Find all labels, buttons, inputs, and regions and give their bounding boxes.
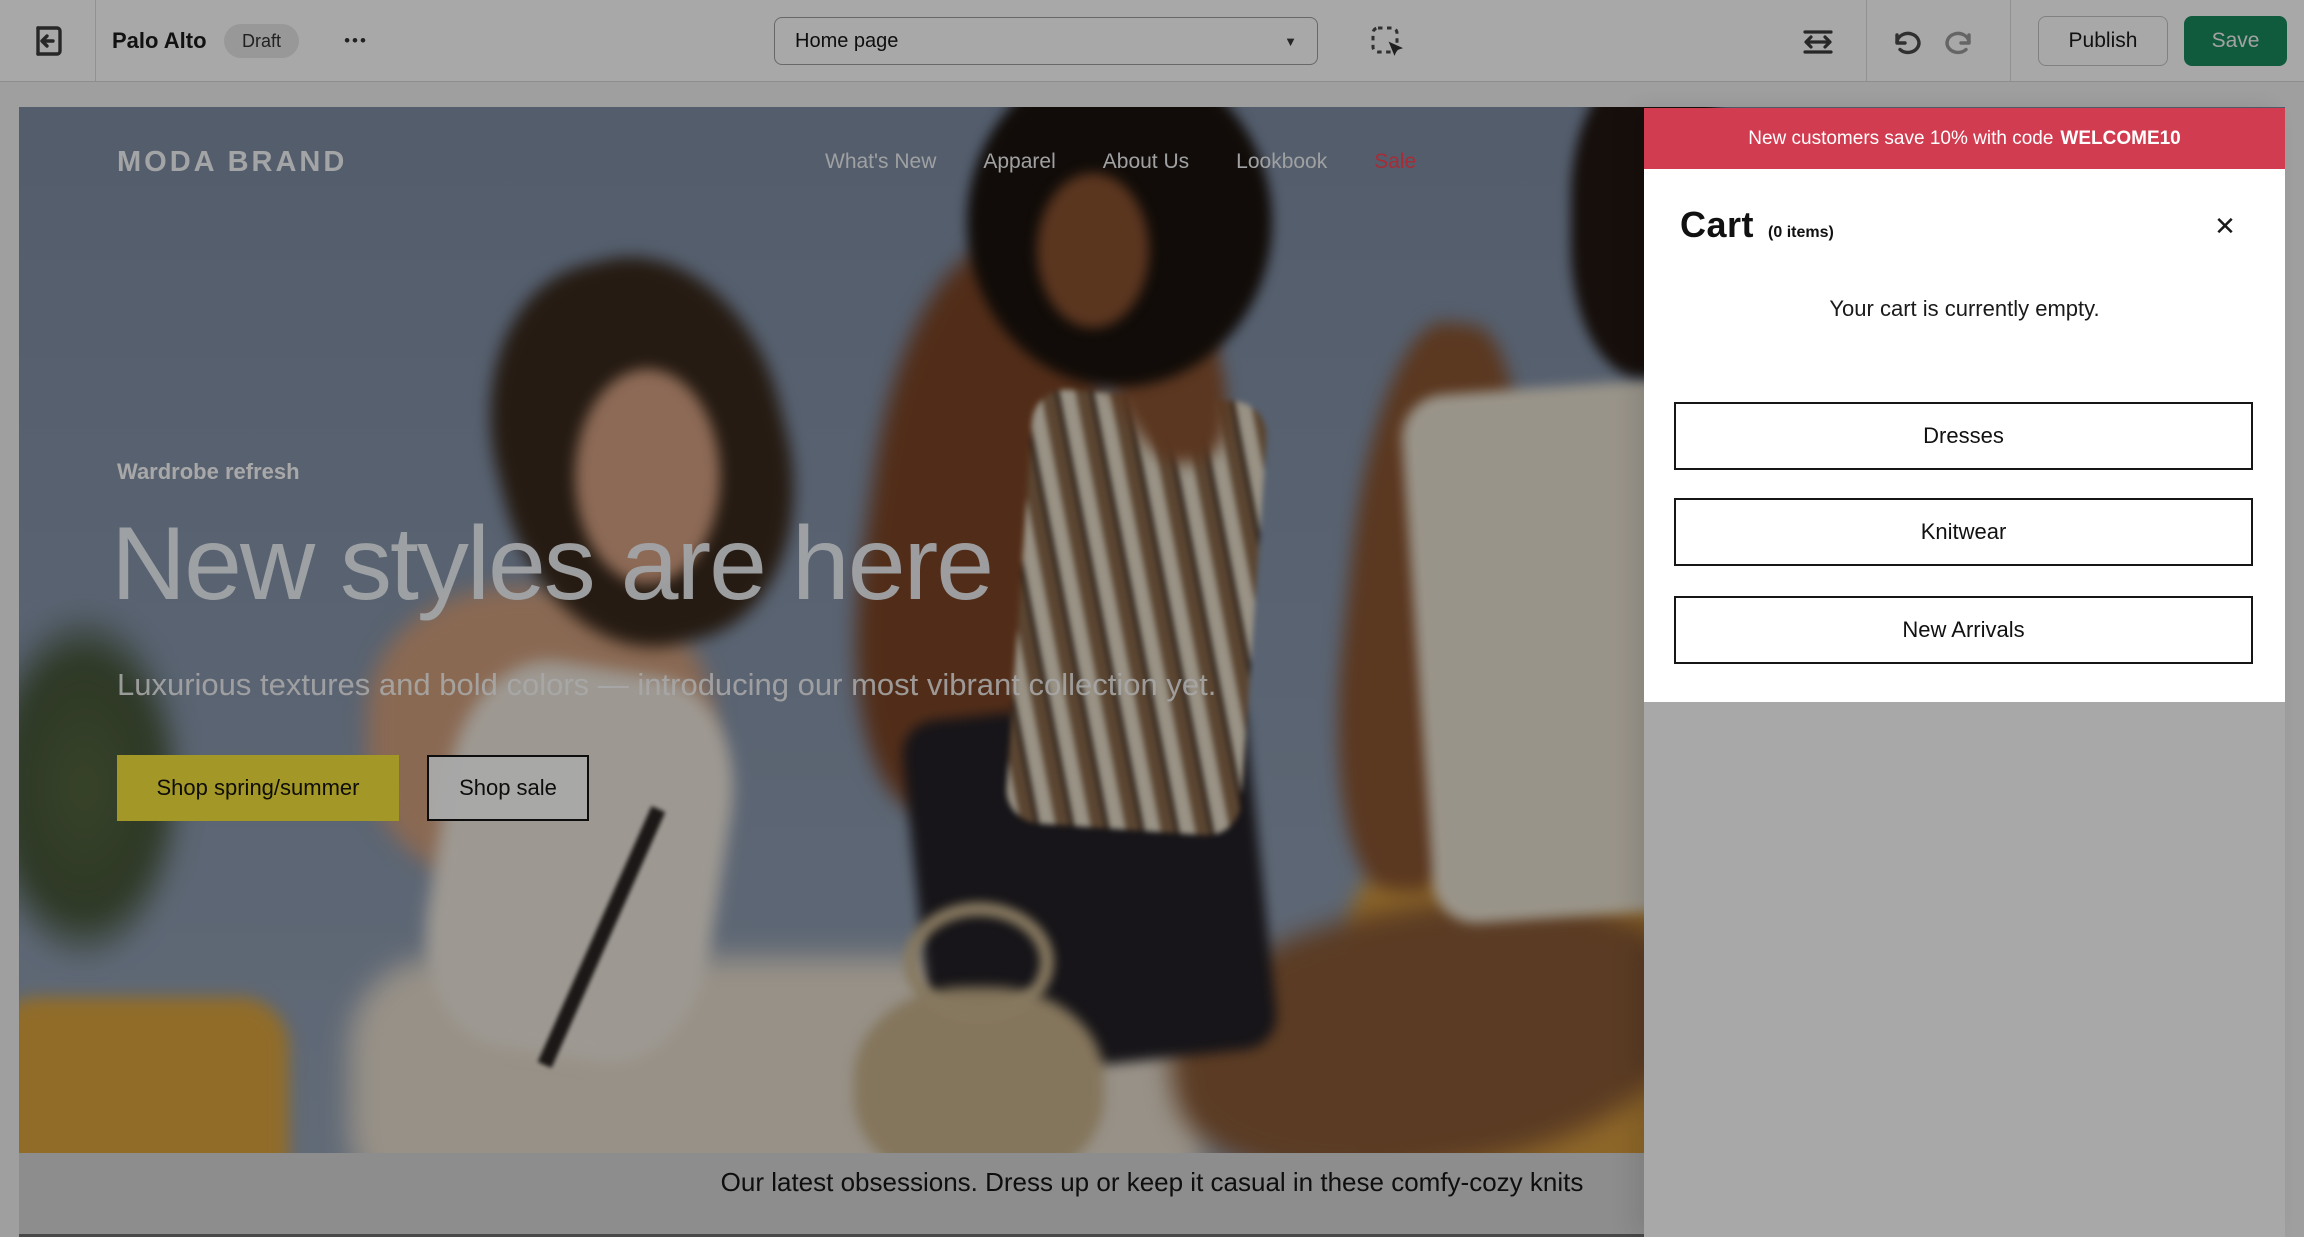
- redo-icon: [1942, 24, 1978, 60]
- cart-link-dresses[interactable]: Dresses: [1674, 402, 2253, 470]
- toolbar-divider: [2010, 0, 2011, 81]
- save-button[interactable]: Save: [2184, 16, 2287, 66]
- close-cart-button[interactable]: ✕: [2205, 206, 2245, 246]
- undo-icon: [1888, 24, 1924, 60]
- editor-window: Palo Alto Draft ••• Home page ▼: [0, 0, 2304, 1237]
- announcement-text: New customers save 10% with code: [1748, 128, 2053, 150]
- undo-button[interactable]: [1888, 24, 1924, 60]
- dim-overlay: [2285, 108, 2304, 702]
- toolbar-divider: [1866, 0, 1867, 81]
- cart-items-count: (0 items): [1768, 224, 1834, 242]
- close-icon: ✕: [2214, 211, 2236, 241]
- more-menu-button[interactable]: •••: [332, 22, 380, 60]
- cart-title: Cart: [1680, 204, 1754, 246]
- responsive-width-button[interactable]: [1798, 24, 1838, 60]
- selection-cursor-icon: [1368, 23, 1406, 61]
- hero-title: New styles are here: [111, 505, 992, 624]
- ellipsis-icon: •••: [344, 31, 368, 50]
- shop-spring-summer-button[interactable]: Shop spring/summer: [117, 755, 399, 821]
- cart-drawer: New customers save 10% with code WELCOME…: [1644, 108, 2285, 1237]
- cart-empty-message: Your cart is currently empty.: [1644, 296, 2285, 322]
- hero-eyebrow: Wardrobe refresh: [117, 459, 300, 485]
- publish-button[interactable]: Publish: [2038, 16, 2168, 66]
- exit-editor-button[interactable]: [28, 22, 66, 60]
- chevron-down-icon: ▼: [1284, 34, 1297, 49]
- status-badge: Draft: [224, 24, 299, 58]
- page-selector-dropdown[interactable]: Home page ▼: [774, 17, 1318, 65]
- promo-code: WELCOME10: [2060, 128, 2180, 150]
- editor-toolbar: Palo Alto Draft ••• Home page ▼: [0, 0, 2304, 82]
- site-title: Palo Alto: [112, 0, 207, 81]
- redo-button[interactable]: [1942, 24, 1978, 60]
- device-width-icon: [1798, 24, 1838, 60]
- cart-header: Cart (0 items): [1680, 204, 1834, 246]
- hero-cta-row: Shop spring/summer Shop sale: [117, 755, 589, 821]
- page-selector-value: Home page: [795, 30, 898, 53]
- hero-subtitle: Luxurious textures and bold colors — int…: [117, 667, 1216, 703]
- announcement-bar: New customers save 10% with code WELCOME…: [1644, 108, 2285, 169]
- select-element-tool-button[interactable]: [1368, 23, 1406, 61]
- exit-icon: [28, 22, 66, 60]
- knitwear-section-text: Our latest obsessions. Dress up or keep …: [721, 1167, 1584, 1197]
- toolbar-divider: [95, 0, 96, 81]
- shop-sale-button[interactable]: Shop sale: [427, 755, 589, 821]
- cart-link-new-arrivals[interactable]: New Arrivals: [1674, 596, 2253, 664]
- cart-link-knitwear[interactable]: Knitwear: [1674, 498, 2253, 566]
